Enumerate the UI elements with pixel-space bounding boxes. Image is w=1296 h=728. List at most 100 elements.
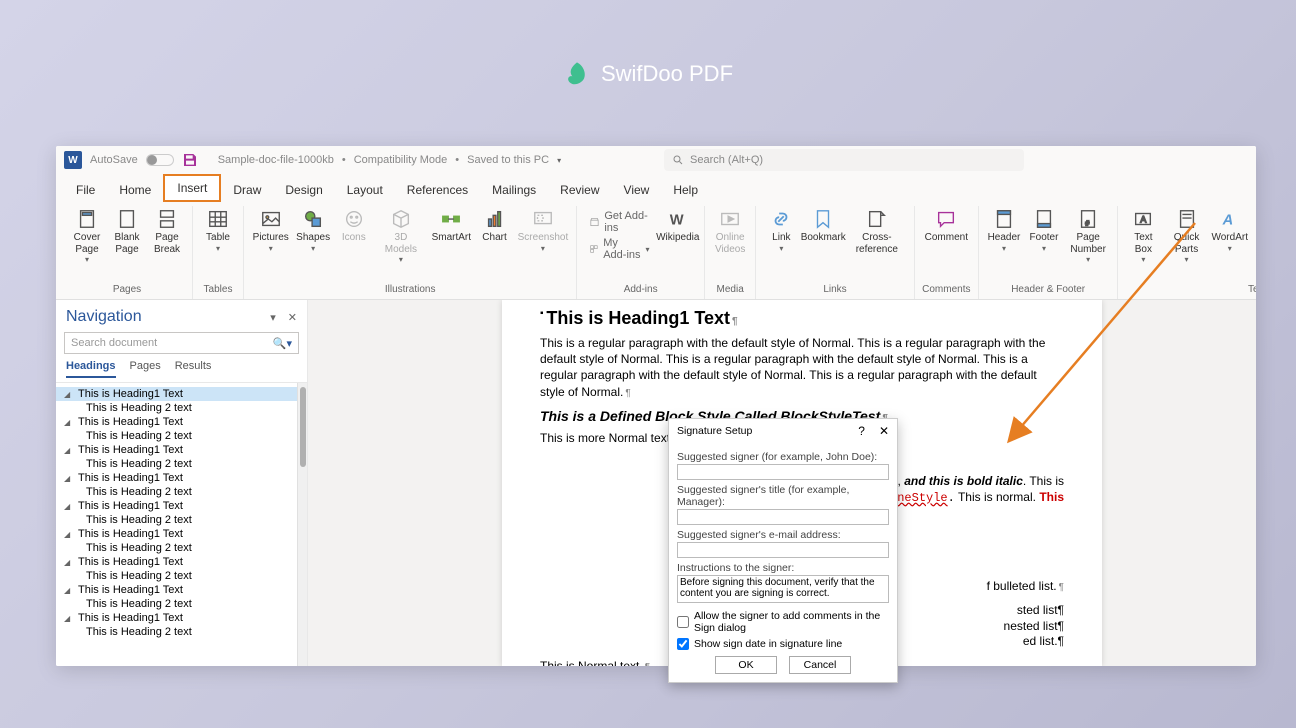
nav-tab-results[interactable]: Results: [175, 360, 212, 378]
text-box-icon: A: [1132, 208, 1154, 230]
cover-page-button[interactable]: Cover Page▾: [68, 206, 106, 282]
nav-heading-item[interactable]: ◢This is Heading1 Text: [56, 583, 297, 597]
nav-heading-item[interactable]: This is Heading 2 text: [56, 625, 297, 639]
cover-page-icon: [76, 208, 98, 230]
dialog-title: Signature Setup: [677, 425, 752, 437]
tab-references[interactable]: References: [395, 178, 480, 202]
table-button[interactable]: Table▾: [199, 206, 237, 282]
nav-heading-item[interactable]: ◢This is Heading1 Text: [56, 555, 297, 569]
group-pages: Cover Page▾ Blank Page Page Break Pages: [62, 206, 193, 299]
dialog-close-icon[interactable]: ✕: [879, 424, 889, 438]
screenshot-button[interactable]: Screenshot▾: [516, 206, 571, 282]
nav-heading-item[interactable]: ◢This is Heading1 Text: [56, 499, 297, 513]
nav-heading-item[interactable]: This is Heading 2 text: [56, 429, 297, 443]
nav-heading-item[interactable]: This is Heading 2 text: [56, 569, 297, 583]
nav-heading-item[interactable]: ◢This is Heading1 Text: [56, 611, 297, 625]
3d-models-button[interactable]: 3D Models▾: [375, 206, 427, 282]
allow-comments-checkbox[interactable]: [677, 616, 689, 628]
nav-heading-item[interactable]: ◢This is Heading1 Text: [56, 443, 297, 457]
title-search-box[interactable]: Search (Alt+Q): [664, 149, 1024, 171]
smartart-icon: [440, 208, 462, 230]
tab-insert[interactable]: Insert: [163, 174, 221, 202]
nav-tab-pages[interactable]: Pages: [130, 360, 161, 378]
word-app-icon: W: [64, 151, 82, 169]
nav-heading-item[interactable]: ◢This is Heading1 Text: [56, 387, 297, 401]
group-links: Link▾ Bookmark Cross-reference Links: [756, 206, 914, 299]
nav-scrollbar[interactable]: [297, 383, 307, 666]
page-number-button[interactable]: #Page Number▾: [1065, 206, 1111, 282]
tab-help[interactable]: Help: [661, 178, 710, 202]
tab-layout[interactable]: Layout: [335, 178, 395, 202]
nav-tree[interactable]: ◢This is Heading1 TextThis is Heading 2 …: [56, 383, 297, 666]
tab-view[interactable]: View: [612, 178, 662, 202]
nav-heading-item[interactable]: ◢This is Heading1 Text: [56, 471, 297, 485]
text-box-button[interactable]: AText Box▾: [1124, 206, 1162, 282]
brand-text: SwifDoo PDF: [601, 61, 733, 87]
doc-paragraph-1: This is a regular paragraph with the def…: [540, 335, 1064, 400]
tab-home[interactable]: Home: [107, 178, 163, 202]
dialog-help-icon[interactable]: ?: [858, 424, 865, 438]
page-break-button[interactable]: Page Break: [148, 206, 186, 282]
store-icon: [589, 215, 600, 229]
blank-page-button[interactable]: Blank Page: [108, 206, 146, 282]
cancel-button[interactable]: Cancel: [789, 656, 851, 674]
tab-design[interactable]: Design: [273, 178, 334, 202]
signature-setup-dialog: Signature Setup ? ✕ Suggested signer (fo…: [668, 418, 898, 683]
drop-cap-button[interactable]: ADrop Cap▾: [1251, 206, 1256, 282]
signer-title-label: Suggested signer's title (for example, M…: [677, 484, 889, 508]
doc-heading1: This is Heading1 Text: [546, 308, 730, 328]
signer-title-input[interactable]: [677, 509, 889, 525]
tab-file[interactable]: File: [64, 178, 107, 202]
doc-saved-status: Saved to this PC: [467, 154, 549, 166]
instructions-textarea[interactable]: [677, 575, 889, 603]
quick-parts-button[interactable]: Quick Parts▾: [1164, 206, 1208, 282]
nav-search-input[interactable]: Search document 🔍▾: [64, 332, 299, 354]
get-addins-button[interactable]: Get Add-ins: [589, 210, 649, 234]
cross-ref-icon: [866, 208, 888, 230]
signer-label: Suggested signer (for example, John Doe)…: [677, 451, 889, 463]
footer-button[interactable]: Footer▾: [1025, 206, 1063, 282]
chart-button[interactable]: Chart: [476, 206, 514, 282]
link-icon: [770, 208, 792, 230]
nav-heading-item[interactable]: This is Heading 2 text: [56, 597, 297, 611]
brand-banner: SwifDoo PDF: [563, 60, 733, 88]
nav-heading-item[interactable]: This is Heading 2 text: [56, 401, 297, 415]
pictures-button[interactable]: Pictures▾: [250, 206, 291, 282]
icons-button[interactable]: Icons: [335, 206, 373, 282]
header-button[interactable]: Header▾: [985, 206, 1023, 282]
wordart-button[interactable]: AWordArt▾: [1211, 206, 1249, 282]
wordart-icon: A: [1219, 208, 1241, 230]
smartart-button[interactable]: SmartArt: [429, 206, 474, 282]
shapes-icon: [302, 208, 324, 230]
ok-button[interactable]: OK: [715, 656, 777, 674]
tab-draw[interactable]: Draw: [221, 178, 273, 202]
nav-heading-item[interactable]: ◢This is Heading1 Text: [56, 527, 297, 541]
save-icon[interactable]: [182, 152, 198, 168]
online-videos-button[interactable]: Online Videos: [711, 206, 749, 282]
nav-heading-item[interactable]: This is Heading 2 text: [56, 541, 297, 555]
bookmark-button[interactable]: Bookmark: [802, 206, 844, 282]
signer-email-input[interactable]: [677, 542, 889, 558]
wikipedia-button[interactable]: WWikipedia: [658, 206, 698, 282]
tab-mailings[interactable]: Mailings: [480, 178, 548, 202]
tab-review[interactable]: Review: [548, 178, 611, 202]
pictures-icon: [260, 208, 282, 230]
nav-options-caret[interactable]: ▾: [270, 311, 276, 324]
link-button[interactable]: Link▾: [762, 206, 800, 282]
nav-close-icon[interactable]: ✕: [288, 311, 297, 324]
my-addins-button[interactable]: My Add-ins▾: [589, 237, 649, 261]
nav-heading-item[interactable]: This is Heading 2 text: [56, 457, 297, 471]
ribbon-tabs: File Home Insert Draw Design Layout Refe…: [56, 174, 1256, 202]
instructions-label: Instructions to the signer:: [677, 562, 889, 574]
nav-heading-item[interactable]: This is Heading 2 text: [56, 513, 297, 527]
page-number-icon: #: [1077, 208, 1099, 230]
comment-button[interactable]: Comment: [921, 206, 972, 282]
nav-tab-headings[interactable]: Headings: [66, 360, 116, 378]
show-date-checkbox[interactable]: [677, 638, 689, 650]
cross-reference-button[interactable]: Cross-reference: [846, 206, 908, 282]
nav-heading-item[interactable]: ◢This is Heading1 Text: [56, 415, 297, 429]
nav-heading-item[interactable]: This is Heading 2 text: [56, 485, 297, 499]
shapes-button[interactable]: Shapes▾: [293, 206, 332, 282]
autosave-toggle[interactable]: [146, 154, 174, 166]
signer-input[interactable]: [677, 464, 889, 480]
